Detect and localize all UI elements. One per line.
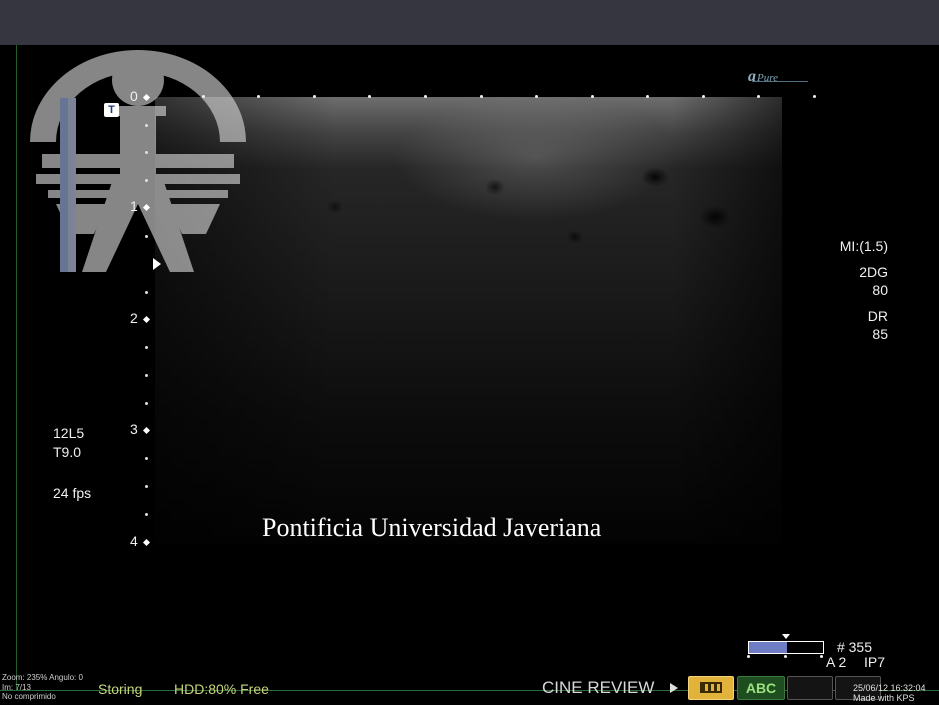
depth-label-3: 3 xyxy=(130,421,138,437)
acoustic-power: A 2 xyxy=(826,654,847,670)
play-icon[interactable] xyxy=(670,683,678,693)
depth-minor-tick xyxy=(145,235,148,238)
lateral-tick xyxy=(702,95,705,98)
cine-review-label[interactable]: CINE REVIEW xyxy=(542,678,654,698)
depth-minor-tick xyxy=(145,179,148,182)
depth-minor-tick xyxy=(145,291,148,294)
depth-minor-tick xyxy=(145,457,148,460)
depth-minor-tick xyxy=(145,124,148,127)
tissue-preset: T9.0 xyxy=(53,444,82,460)
depth-label-0: 0 xyxy=(130,88,138,104)
cine-film-button[interactable] xyxy=(688,676,734,700)
watermark-caption: Pontificia Universidad Javeriana xyxy=(262,513,602,542)
lateral-tick xyxy=(424,95,427,98)
datetime-value: 25/06/12 16:32:04 xyxy=(853,683,926,693)
depth-minor-tick xyxy=(145,151,148,154)
gray-map-dot xyxy=(747,655,750,658)
lateral-tick xyxy=(591,95,594,98)
gray-map-dot xyxy=(820,655,823,658)
depth-minor-tick xyxy=(145,374,148,377)
transducer-orientation-icon: T xyxy=(104,103,119,117)
dynamic-range-label: DR xyxy=(867,308,888,324)
hdd-status: HDD:80% Free xyxy=(174,681,269,697)
lateral-tick xyxy=(368,95,371,98)
frame-rate: 24 fps xyxy=(53,485,92,501)
image-processing: IP7 xyxy=(864,654,886,670)
top-title-bar xyxy=(0,0,939,45)
dynamic-range-value: 85 xyxy=(872,326,888,342)
apure-logo-underline xyxy=(752,81,808,82)
zoom-angle-readout: Zoom: 235% Angulo: 0 xyxy=(2,673,83,682)
depth-label-4: 4 xyxy=(130,533,138,549)
mode-2d-gain: 80 xyxy=(872,282,888,298)
gray-map-fill xyxy=(749,642,788,653)
depth-major-tick xyxy=(142,538,151,547)
made-with-label: Made with KPS xyxy=(853,693,915,703)
image-number: # 355 xyxy=(836,639,872,655)
apure-brand-logo: aPure xyxy=(748,68,778,85)
lateral-tick xyxy=(646,95,649,98)
lateral-tick xyxy=(480,95,483,98)
mechanical-index: MI:(1.5) xyxy=(839,238,888,254)
lateral-tick xyxy=(535,95,538,98)
compression-readout: No comprimido xyxy=(2,692,56,701)
depth-minor-tick xyxy=(145,346,148,349)
focus-position-marker[interactable] xyxy=(153,258,161,270)
lateral-tick xyxy=(757,95,760,98)
left-border-line xyxy=(16,45,17,690)
gray-map-dot xyxy=(784,655,787,658)
status-info: Zoom: 235% Angulo: 0 Im: 7/13 No comprim… xyxy=(2,673,83,702)
depth-major-tick xyxy=(142,315,151,324)
gray-map-marker xyxy=(782,634,790,639)
lateral-tick xyxy=(313,95,316,98)
lateral-tick xyxy=(202,95,205,98)
university-logo-watermark xyxy=(30,50,246,272)
image-index-readout: Im: 7/13 xyxy=(2,682,31,692)
probe-label: 12L5 xyxy=(53,425,85,441)
empty-softkey-1[interactable] xyxy=(787,676,833,700)
depth-minor-tick xyxy=(145,402,148,405)
lateral-tick xyxy=(257,95,260,98)
storing-status: Storing xyxy=(98,681,143,697)
film-strip-icon xyxy=(700,682,722,693)
depth-label-2: 2 xyxy=(130,310,138,326)
mode-2d-label: 2DG xyxy=(859,264,888,280)
depth-label-1: 1 xyxy=(130,198,138,214)
depth-minor-tick xyxy=(145,485,148,488)
abc-annotation-button[interactable]: ABC xyxy=(737,676,785,700)
depth-minor-tick xyxy=(145,513,148,516)
depth-major-tick xyxy=(142,426,151,435)
datetime-readout: 25/06/12 16:32:04 Made with KPS xyxy=(853,683,926,703)
lateral-tick xyxy=(813,95,816,98)
